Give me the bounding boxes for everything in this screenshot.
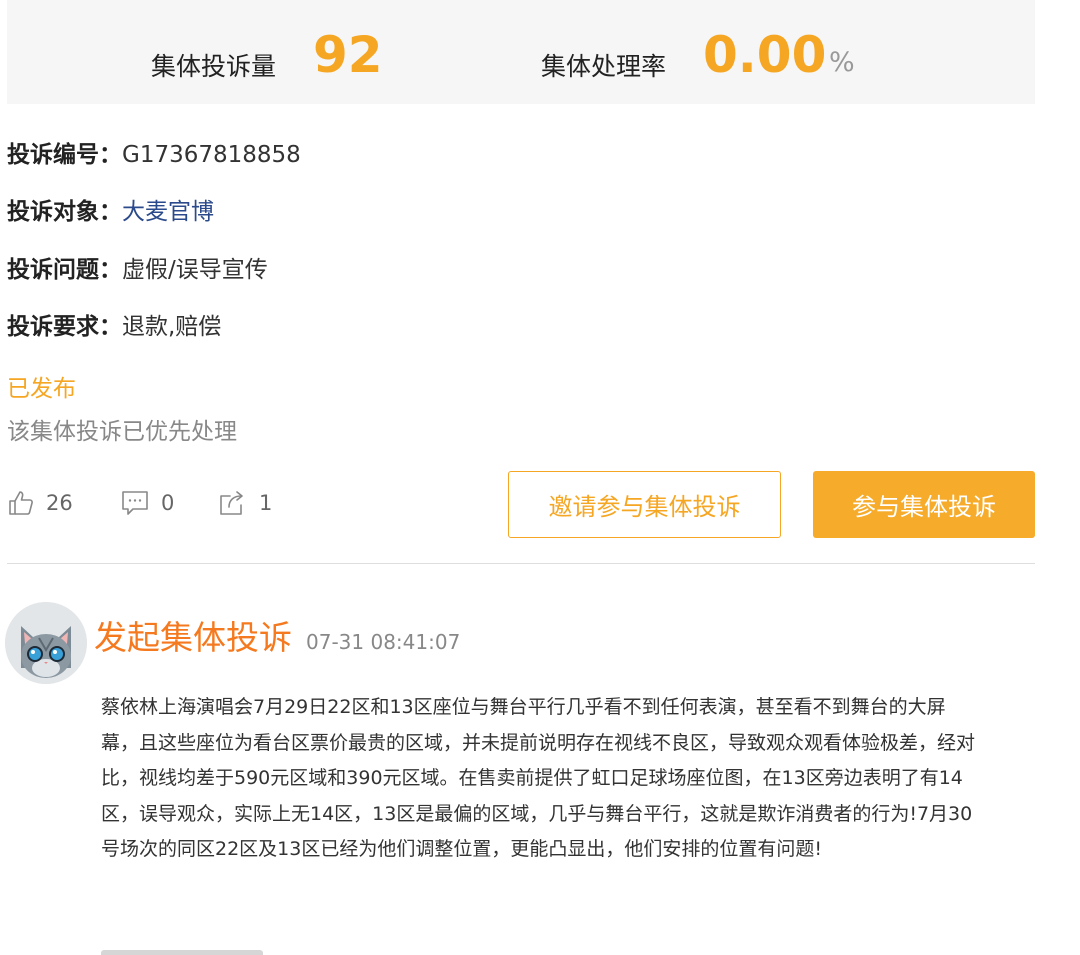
complaint-request-value: 退款,赔偿 bbox=[122, 314, 222, 340]
avatar[interactable] bbox=[5, 602, 87, 684]
complaint-request-label: 投诉要求： bbox=[7, 314, 122, 340]
share-action[interactable]: 1 bbox=[219, 490, 272, 516]
image-thumbnail-stub[interactable] bbox=[101, 950, 263, 955]
status-published: 已发布 bbox=[7, 376, 76, 402]
cat-avatar-icon bbox=[5, 602, 87, 684]
complaint-target-link[interactable]: 大麦官博 bbox=[122, 199, 214, 225]
complaint-issue-value: 虚假/误导宣传 bbox=[122, 257, 268, 283]
handle-rate-value: 0.00 bbox=[703, 26, 827, 84]
complaint-count-value: 92 bbox=[313, 26, 383, 84]
invite-join-button[interactable]: 邀请参与集体投诉 bbox=[508, 471, 781, 538]
comment-icon bbox=[122, 491, 148, 515]
stats-bar: 集体投诉量 92 集体处理率 0.00 % bbox=[7, 0, 1035, 104]
handle-rate-unit: % bbox=[829, 47, 855, 78]
post-title: 发起集体投诉 bbox=[94, 618, 292, 657]
complaint-target-row: 投诉对象：大麦官博 bbox=[7, 197, 214, 227]
status-note: 该集体投诉已优先处理 bbox=[7, 419, 237, 445]
complaint-target-label: 投诉对象： bbox=[7, 199, 122, 225]
comment-count: 0 bbox=[161, 491, 175, 515]
complaint-id-label: 投诉编号： bbox=[7, 142, 122, 168]
handle-rate-label: 集体处理率 bbox=[541, 52, 667, 81]
complaint-issue-row: 投诉问题：虚假/误导宣传 bbox=[7, 255, 268, 285]
complaint-count-label: 集体投诉量 bbox=[151, 52, 277, 81]
complaint-id-row: 投诉编号：G17367818858 bbox=[7, 140, 301, 170]
like-action[interactable]: 26 bbox=[8, 490, 73, 516]
share-count: 1 bbox=[259, 491, 273, 515]
post-timestamp: 07-31 08:41:07 bbox=[306, 630, 461, 654]
complaint-issue-label: 投诉问题： bbox=[7, 257, 122, 283]
post-body: 蔡依林上海演唱会7月29日22区和13区座位与舞台平行几乎看不到任何表演，甚至看… bbox=[101, 696, 976, 860]
like-count: 26 bbox=[46, 491, 73, 515]
join-complaint-button[interactable]: 参与集体投诉 bbox=[813, 471, 1035, 538]
complaint-id-value: G17367818858 bbox=[122, 142, 301, 168]
thumbs-up-icon bbox=[9, 491, 33, 515]
complaint-request-row: 投诉要求：退款,赔偿 bbox=[7, 312, 221, 342]
share-icon bbox=[220, 491, 243, 515]
comment-action[interactable]: 0 bbox=[121, 490, 174, 516]
divider bbox=[7, 563, 1035, 564]
